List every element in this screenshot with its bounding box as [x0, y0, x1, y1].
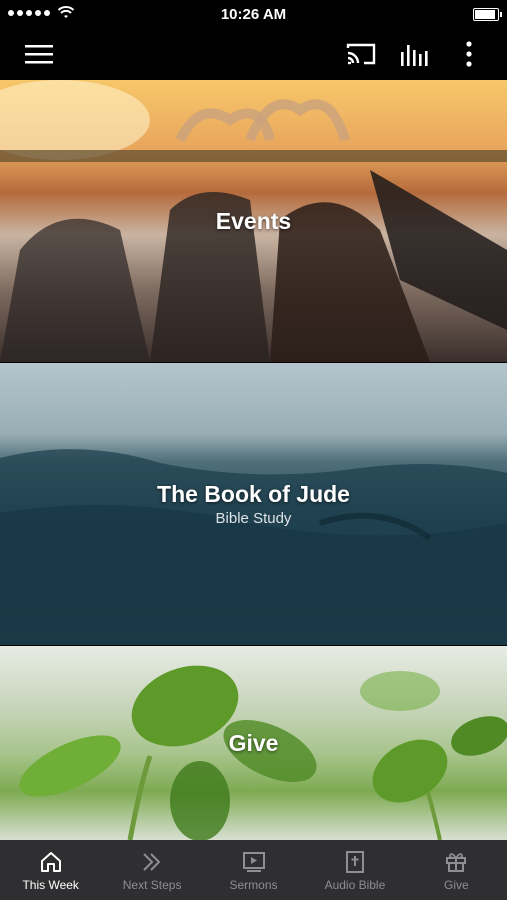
book-of-jude-title: The Book of Jude [157, 481, 350, 507]
tab-bar: This Week Next Steps Sermons Audio Bible… [0, 840, 507, 900]
events-card[interactable]: Events [0, 80, 507, 362]
audio-bars-icon [401, 44, 428, 66]
give-title: Give [228, 729, 279, 756]
battery-icon [473, 8, 502, 21]
give-card[interactable]: Give [0, 646, 507, 840]
tab-sermons-label: Sermons [229, 878, 278, 892]
home-icon [40, 852, 61, 872]
status-time: 10:26 AM [220, 6, 287, 23]
bible-icon [345, 851, 364, 873]
video-play-icon [242, 852, 265, 872]
events-title: Events [215, 207, 292, 234]
double-chevron-icon [143, 853, 161, 871]
audio-button[interactable] [393, 28, 437, 79]
menu-icon [25, 44, 53, 63]
cast-icon [346, 43, 376, 64]
tab-next-steps[interactable]: Next Steps [101, 840, 202, 900]
gift-icon [446, 853, 467, 872]
tab-give[interactable]: Give [406, 840, 507, 900]
tab-audio-bible[interactable]: Audio Bible [304, 840, 405, 900]
cast-button[interactable] [339, 28, 383, 79]
status-bar: 10:26 AM [0, 0, 507, 28]
book-of-jude-card[interactable]: The Book of Jude Bible Study [0, 363, 507, 645]
book-of-jude-subtitle: Bible Study [215, 510, 292, 527]
tab-this-week-label: This Week [22, 878, 79, 892]
tab-audio-bible-label: Audio Bible [324, 878, 386, 892]
menu-button[interactable] [17, 28, 61, 79]
tab-this-week[interactable]: This Week [0, 840, 101, 900]
app-bar [0, 28, 507, 79]
tab-sermons[interactable]: Sermons [203, 840, 304, 900]
more-button[interactable] [447, 28, 491, 79]
tab-give-label: Give [443, 878, 469, 892]
tab-next-steps-label: Next Steps [122, 878, 182, 892]
more-vert-icon [466, 40, 472, 67]
